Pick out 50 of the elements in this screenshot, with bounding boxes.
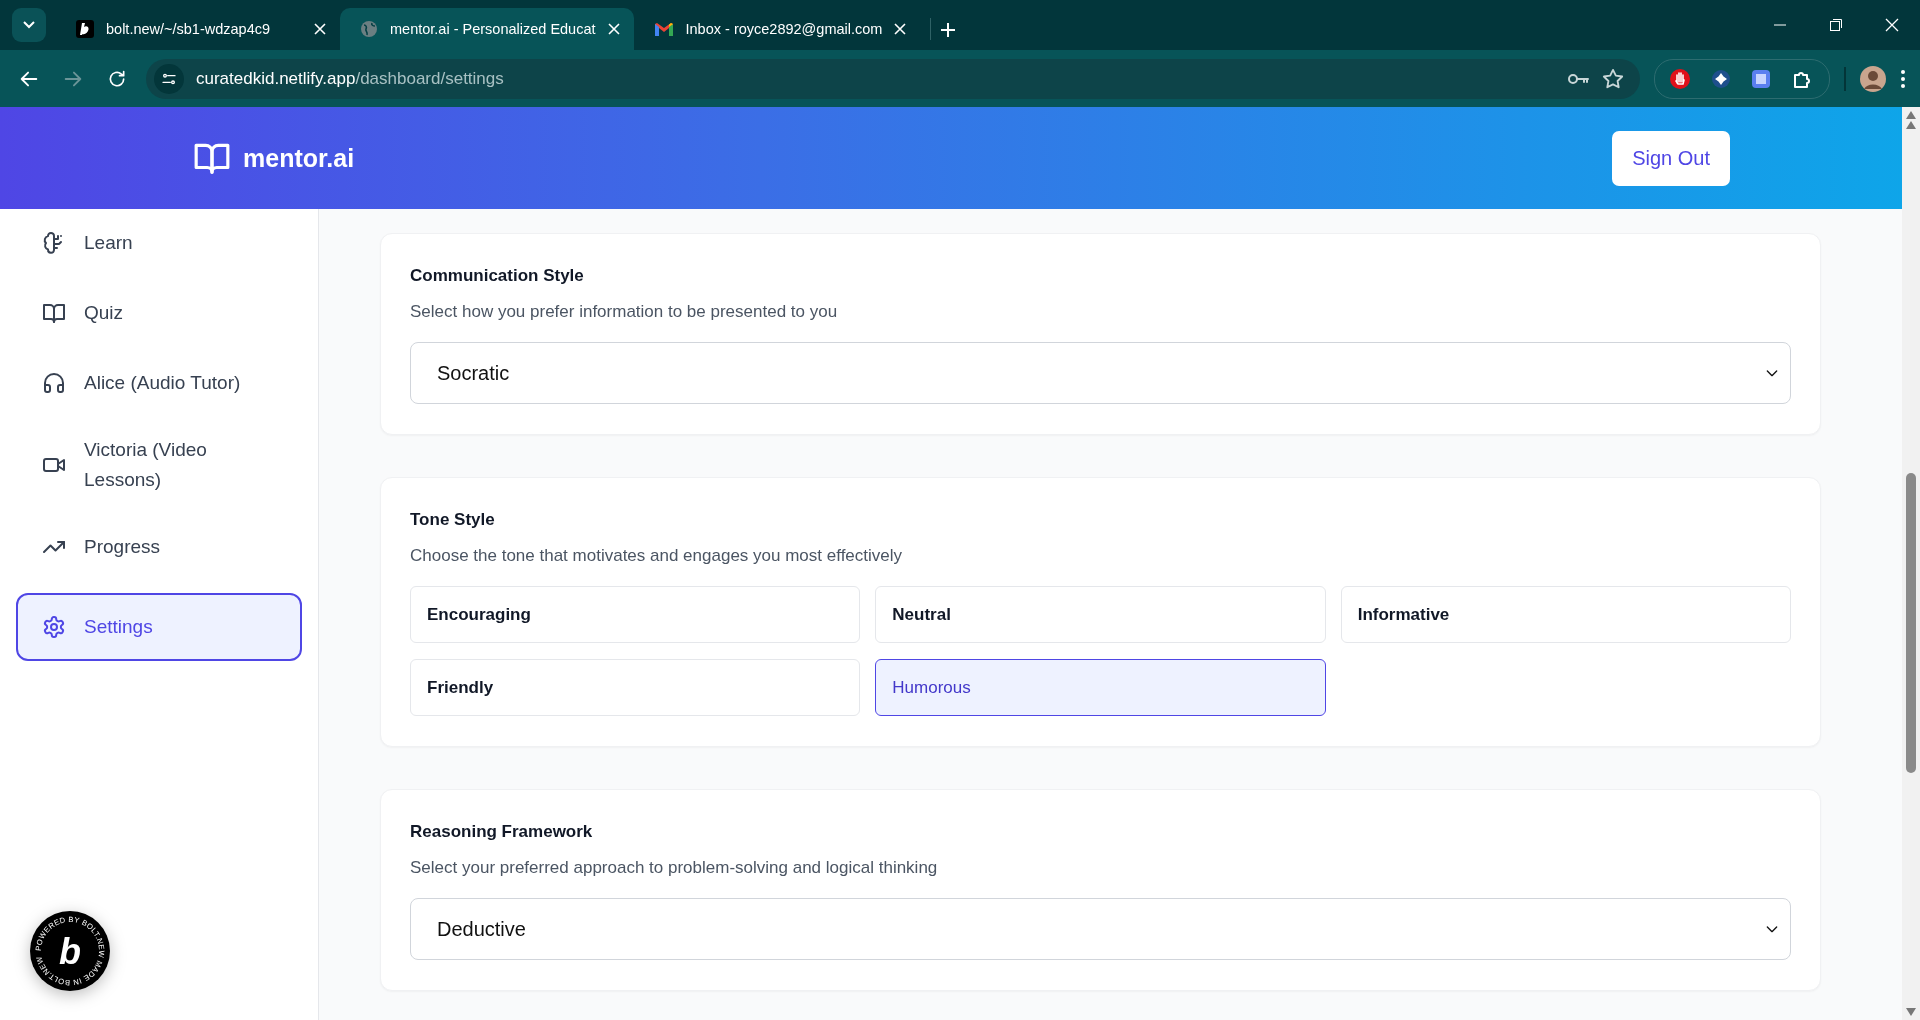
close-icon[interactable] bbox=[607, 23, 620, 35]
sidebar-item[interactable]: Quiz bbox=[16, 283, 302, 343]
tone-option[interactable]: Friendly bbox=[410, 659, 861, 716]
avatar[interactable] bbox=[1860, 65, 1886, 92]
tone-option[interactable]: Neutral bbox=[875, 586, 1326, 643]
book-icon bbox=[42, 301, 66, 325]
sidebar-item[interactable]: Alice (Audio Tutor) bbox=[16, 353, 302, 413]
section-title: Reasoning Framework bbox=[410, 822, 594, 842]
new-tab-icon[interactable] bbox=[941, 23, 956, 37]
browser-tab[interactable]: Inbox - royce2892@gmail.com bbox=[633, 8, 921, 50]
bolt-logo-icon bbox=[76, 20, 94, 38]
sidebar-item[interactable]: Learn bbox=[16, 213, 302, 273]
section-description: Select your preferred approach to problem-solving and logical thinking bbox=[410, 858, 939, 878]
document-extension-icon[interactable] bbox=[1751, 68, 1771, 89]
close-icon[interactable] bbox=[894, 23, 907, 35]
chevron-down-icon bbox=[23, 21, 35, 29]
close-icon[interactable] bbox=[314, 23, 326, 35]
tab-title: bolt.new/~/sb1-wdzap4c9 bbox=[106, 21, 272, 37]
sidebar-item[interactable]: Progress bbox=[16, 517, 302, 577]
globe-icon bbox=[360, 20, 378, 38]
settings-icon bbox=[42, 615, 66, 639]
address-bar[interactable]: curatedkid.netlify.app/dashboard/settings bbox=[146, 58, 1640, 99]
browser-tab[interactable]: bolt.new/~/sb1-wdzap4c9 bbox=[56, 8, 340, 50]
tab-title: mentor.ai - Personalized Educat bbox=[390, 21, 596, 37]
scroll-down-icon[interactable] bbox=[1906, 1008, 1916, 1016]
sidebar-item[interactable]: Victoria (Video Lessons) bbox=[16, 423, 302, 507]
bookmark-star-icon bbox=[1602, 67, 1624, 90]
extension-icon[interactable] bbox=[1711, 68, 1731, 89]
sign-out-button[interactable]: Sign Out bbox=[1612, 130, 1730, 186]
section-description: Select how you prefer information to be presented to you bbox=[410, 302, 839, 322]
tone-option[interactable]: Encouraging bbox=[410, 586, 861, 643]
section-title: Tone Style bbox=[410, 510, 496, 530]
reload-icon bbox=[107, 68, 127, 89]
tab-search-button[interactable] bbox=[12, 8, 46, 42]
headphones-icon bbox=[42, 371, 66, 395]
dropdown[interactable]: Socratic bbox=[410, 342, 1791, 404]
menu-icon[interactable] bbox=[1900, 68, 1906, 89]
browser-tab[interactable]: mentor.ai - Personalized Educat bbox=[340, 8, 634, 50]
brand-name: mentor.ai bbox=[243, 143, 355, 173]
url-text: curatedkid.netlify.app/dashboard/settings bbox=[196, 68, 505, 89]
mail-icon bbox=[653, 21, 674, 37]
tone-option[interactable]: Informative bbox=[1340, 586, 1791, 643]
sidebar-item[interactable]: Settings bbox=[16, 593, 302, 661]
stop-hand-icon[interactable] bbox=[1669, 67, 1691, 90]
tab-title: Inbox - royce2892@gmail.com bbox=[685, 21, 883, 37]
section-description: Choose the tone that motivates and engages you most effectively bbox=[410, 546, 904, 566]
tone-option[interactable]: Humorous bbox=[875, 659, 1326, 716]
dropdown[interactable]: Deductive bbox=[410, 898, 1791, 960]
scrollbar-thumb[interactable] bbox=[1906, 473, 1916, 773]
section-title: Communication Style bbox=[410, 266, 585, 286]
